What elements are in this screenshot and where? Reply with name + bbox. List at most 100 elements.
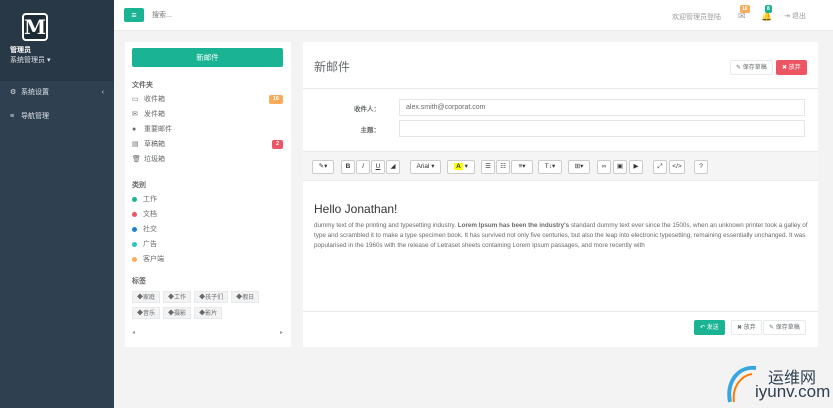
scroll-left-icon[interactable]: ◂ (132, 329, 135, 336)
folder-sent[interactable]: ✉ 发件箱 (132, 107, 283, 122)
folder-label: 草稿箱 (144, 141, 165, 148)
pencil-icon: ✎ (736, 65, 742, 71)
menu-toggle-button[interactable]: ≡ (124, 8, 144, 22)
bold-button[interactable]: B (341, 160, 355, 174)
tag-item[interactable]: ◆音乐 (132, 307, 161, 319)
folder-inbox[interactable]: ▭ 收件箱 16 (132, 92, 283, 107)
horizontal-scrollbar[interactable]: ◂ ▸ (132, 329, 283, 337)
categories-title: 类别 (132, 182, 146, 189)
table-icon: ⊞ (574, 163, 581, 170)
page-title: 新邮件 (314, 60, 351, 74)
video-button[interactable]: ▶ (629, 160, 643, 174)
tag-item[interactable]: ◆孩子们 (194, 291, 229, 303)
tag-label: 音乐 (143, 311, 156, 317)
link-button[interactable]: ∞ (597, 160, 611, 174)
category-work[interactable]: 工作 (132, 192, 283, 207)
to-field[interactable]: alex.smith@corporat.com (399, 99, 805, 116)
tag-item[interactable]: ◆影片 (194, 307, 223, 319)
folder-trash[interactable]: 🗑 垃圾箱 (132, 152, 283, 167)
tag-item[interactable]: ◆家庭 (132, 291, 161, 303)
code-view-button[interactable]: </> (669, 160, 685, 174)
font-name-dropdown[interactable]: Arial ▾ (410, 160, 441, 174)
editor-heading[interactable]: Hello Jonathan! (314, 202, 397, 216)
bottom-discard-button[interactable]: ✖ 放弃 (731, 320, 762, 335)
bottom-save-draft-button[interactable]: ✎ 保存草稿 (763, 320, 806, 335)
tag-item[interactable]: ◆摄影 (163, 307, 192, 319)
color-dropdown[interactable]: A ▾ (447, 160, 475, 174)
category-dot (132, 211, 137, 217)
search-input[interactable] (152, 9, 352, 22)
line-height-dropdown[interactable]: T↕▾ (538, 160, 562, 174)
sidebar-item-system-settings[interactable]: ⚙ 系统设置 ‹ (0, 81, 114, 105)
fullscreen-button[interactable]: ⤢ (653, 160, 667, 174)
paragraph-dropdown[interactable]: ≡▾ (511, 160, 533, 174)
italic-button[interactable]: I (356, 160, 370, 174)
welcome-text: 欢迎管理员登陆 (672, 14, 721, 21)
compose-button[interactable]: 新邮件 (132, 48, 283, 67)
table-dropdown[interactable]: ⊞▾ (568, 160, 590, 174)
eraser-button[interactable]: ◢ (386, 160, 400, 174)
reply-icon: ↶ (700, 325, 706, 331)
unordered-list-icon: ☰ (485, 163, 491, 170)
subject-field[interactable] (399, 120, 805, 137)
scroll-right-icon[interactable]: ▸ (280, 329, 283, 336)
help-button[interactable]: ? (694, 160, 708, 174)
category-ads[interactable]: 广告 (132, 237, 283, 252)
category-clients[interactable]: 客户端 (132, 252, 283, 267)
picture-button[interactable]: ▣ (613, 160, 627, 174)
inbox-icon: ▭ (132, 96, 139, 103)
send-button[interactable]: ↶ 发送 (694, 320, 725, 335)
underline-icon: U (375, 163, 381, 170)
button-label: 保存草稿 (775, 325, 800, 331)
discard-button[interactable]: ✖ 放弃 (776, 60, 807, 75)
text-height-icon: T↕ (544, 163, 552, 170)
folder-label: 重要邮件 (144, 126, 172, 133)
save-draft-button[interactable]: ✎ 保存草稿 (730, 60, 773, 75)
compose-panel: 新邮件 ✎ 保存草稿 ✖ 放弃 收件人： alex.smith@corporat… (303, 42, 818, 347)
gear-icon: ⚙ (10, 89, 17, 96)
category-dot (132, 241, 137, 247)
envelope-icon: ✉ (132, 111, 138, 118)
tag-item[interactable]: ◆工作 (163, 291, 192, 303)
logout-label: 退出 (791, 13, 806, 20)
logout-link[interactable]: ⇥ 退出 (784, 11, 806, 21)
ordered-list-icon: ☷ (500, 163, 506, 170)
category-social[interactable]: 社交 (132, 222, 283, 237)
folder-important[interactable]: ● 重要邮件 (132, 122, 283, 137)
tag-label: 工作 (174, 295, 187, 301)
editor-toolbar: ✎▾ B I U ◢ Arial ▾ A ▾ ☰ ☷ ≡▾ T↕▾ ⊞▾ ∞ ▣… (303, 151, 818, 181)
category-documents[interactable]: 文档 (132, 207, 283, 222)
sidebar-item-label: 导航管理 (20, 113, 49, 120)
tag-item[interactable]: ◆假日 (231, 291, 260, 303)
link-icon: ∞ (601, 163, 607, 170)
folder-label: 垃圾箱 (144, 156, 165, 163)
button-label: 放弃 (743, 325, 756, 331)
tag-label: 影片 (205, 311, 218, 317)
category-dot (132, 196, 137, 202)
list-icon: ≡ (10, 113, 15, 120)
ordered-list-button[interactable]: ☷ (496, 160, 510, 174)
bold-icon: B (345, 163, 351, 170)
admin-role-dropdown[interactable]: 系统管理员 ▾ (10, 55, 50, 65)
unordered-list-button[interactable]: ☰ (481, 160, 495, 174)
button-label: 保存草稿 (742, 65, 767, 71)
align-left-icon: ≡ (518, 163, 523, 170)
font-name: Arial (416, 163, 430, 170)
button-label: 发送 (706, 325, 719, 331)
sidebar-item-navigation[interactable]: ≡ 导航管理 (0, 105, 114, 129)
to-label: 收件人： (354, 106, 380, 113)
category-label: 客户端 (143, 256, 164, 263)
underline-button[interactable]: U (371, 160, 385, 174)
tags-title: 标签 (132, 278, 146, 285)
button-label: 放弃 (788, 65, 801, 71)
editor-body[interactable]: dummy text of the printing and typesetti… (314, 221, 814, 251)
style-dropdown[interactable]: ✎▾ (312, 160, 334, 174)
category-label: 工作 (143, 196, 157, 203)
magic-wand-icon: ✎ (318, 163, 325, 170)
folder-label: 收件箱 (144, 96, 165, 103)
video-icon: ▶ (633, 163, 639, 170)
close-icon: ✖ (737, 325, 743, 331)
folder-drafts[interactable]: ▤ 草稿箱 2 (132, 137, 283, 152)
folder-badge: 16 (268, 95, 283, 104)
picture-icon: ▣ (616, 163, 624, 170)
